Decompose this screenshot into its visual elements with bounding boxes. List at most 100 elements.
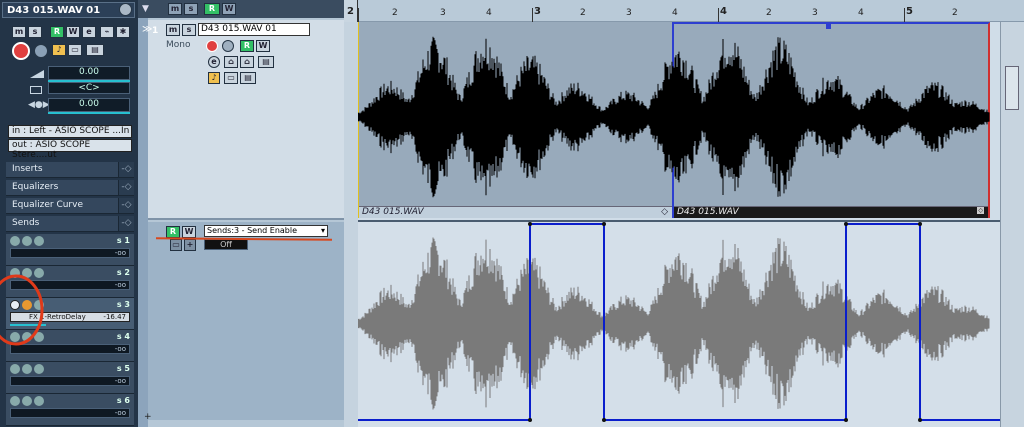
track-name-field[interactable]: D43 015.WAV 01 bbox=[198, 23, 310, 36]
mute-button[interactable]: m bbox=[12, 26, 26, 38]
automation-value-field[interactable]: Off bbox=[204, 239, 248, 250]
waveform-path bbox=[358, 36, 990, 198]
pre-fader-icon[interactable] bbox=[22, 364, 32, 374]
track-eq-bypass-icon[interactable]: ⌂ bbox=[240, 56, 254, 68]
edit-channel-icon[interactable] bbox=[119, 3, 132, 16]
send-slot-1[interactable]: s 1 -oo bbox=[6, 234, 134, 266]
send-slot-6[interactable]: s 6 -oo bbox=[6, 394, 134, 426]
section-label: Sends bbox=[12, 218, 40, 228]
pre-fader-icon[interactable] bbox=[22, 396, 32, 406]
input-routing-select[interactable]: in : Left - ASIO SCOPE ...In bbox=[8, 125, 132, 138]
send-label: s 4 bbox=[116, 332, 130, 341]
send-level-bar[interactable]: -oo bbox=[10, 248, 130, 258]
lock-icon[interactable]: ♪ bbox=[52, 44, 66, 56]
automation-parameter-select[interactable]: Sends:3 - Send Enable ▾ bbox=[204, 225, 328, 237]
lanes-icon[interactable]: ▭ bbox=[68, 44, 82, 56]
bypass-icon[interactable]: -◇ bbox=[118, 180, 134, 195]
write-automation-button[interactable]: W bbox=[66, 26, 80, 38]
track-send-bypass-icon[interactable]: ▤ bbox=[258, 56, 274, 68]
bypass-button[interactable]: ⌁ bbox=[100, 26, 114, 38]
bypass-icon[interactable]: -◇ bbox=[118, 198, 134, 213]
ruler-beat-label: 4 bbox=[858, 8, 864, 18]
scrollbar-thumb[interactable] bbox=[1005, 66, 1019, 110]
section-equalizers[interactable]: Equalizers -◇ bbox=[6, 180, 134, 196]
bypass-icon[interactable]: -◇ bbox=[118, 162, 134, 177]
collapse-icon[interactable]: ▼ bbox=[142, 4, 149, 14]
track-version-icon[interactable]: ▤ bbox=[86, 44, 104, 56]
delay-slider[interactable] bbox=[48, 112, 130, 114]
section-label: Equalizers bbox=[12, 182, 59, 192]
add-track-icon[interactable]: + bbox=[144, 412, 152, 422]
track-mute-button[interactable]: m bbox=[166, 24, 180, 36]
inspector-track-title[interactable]: D43 015.WAV 01 bbox=[2, 2, 135, 18]
track-lock-icon[interactable]: ♪ bbox=[208, 72, 220, 84]
track-title-text: D43 015.WAV 01 bbox=[7, 5, 101, 16]
track-expand-icon[interactable]: ≫ bbox=[142, 24, 152, 35]
automation-point[interactable] bbox=[918, 418, 922, 422]
edit-button[interactable]: e bbox=[82, 26, 96, 38]
event-handle-icon[interactable]: ◇ bbox=[661, 207, 668, 217]
automation-point[interactable] bbox=[918, 222, 922, 226]
event-handle-icon[interactable]: ◇ bbox=[977, 207, 984, 214]
automation-write-button[interactable]: W bbox=[182, 226, 196, 238]
power-icon[interactable] bbox=[10, 236, 20, 246]
track-folder-icon[interactable]: ▤ bbox=[240, 72, 256, 84]
bypass-icon[interactable]: -◇ bbox=[118, 216, 134, 231]
audio-track-1[interactable]: ≫ 1 m s D43 015.WAV 01 Mono R W e ⌂ ⌂ ▤ … bbox=[142, 20, 344, 220]
global-read-button[interactable]: R bbox=[204, 3, 220, 15]
time-ruler[interactable]: 2 2 3 4 3 2 3 4 4 2 3 4 5 2 bbox=[344, 0, 1024, 22]
track-read-button[interactable]: R bbox=[240, 40, 254, 52]
send-level-bar[interactable]: -oo bbox=[10, 408, 130, 418]
global-solo-button[interactable]: s bbox=[184, 3, 198, 15]
solo-button[interactable]: s bbox=[28, 26, 42, 38]
automation-point[interactable] bbox=[528, 222, 532, 226]
volume-field[interactable]: 0.00 bbox=[48, 66, 130, 80]
output-routing-select[interactable]: out : ASIO SCOPE Stere....ut bbox=[8, 139, 132, 160]
automation-track[interactable]: R W Sends:3 - Send Enable ▾ ▭ + Off + bbox=[144, 222, 344, 422]
send-label: s 3 bbox=[116, 300, 130, 309]
dropdown-arrow-icon: ▾ bbox=[320, 226, 325, 235]
read-automation-button[interactable]: R bbox=[50, 26, 64, 38]
event-name: D43 015.WAV bbox=[677, 207, 739, 217]
section-sends[interactable]: Sends -◇ bbox=[6, 216, 134, 232]
automation-point[interactable] bbox=[528, 418, 532, 422]
record-enable-button[interactable] bbox=[12, 42, 30, 60]
pan-field[interactable]: <C> bbox=[48, 82, 130, 94]
track-write-button[interactable]: W bbox=[256, 40, 270, 52]
freeze-button[interactable]: ✱ bbox=[116, 26, 130, 38]
edit-send-icon[interactable] bbox=[34, 364, 44, 374]
delay-field[interactable]: 0.00 bbox=[48, 98, 130, 112]
power-icon[interactable] bbox=[10, 364, 20, 374]
automation-mute-icon[interactable]: ▭ bbox=[170, 239, 182, 251]
track-solo-button[interactable]: s bbox=[182, 24, 196, 36]
automation-point[interactable] bbox=[844, 222, 848, 226]
power-icon[interactable] bbox=[10, 396, 20, 406]
track-record-button[interactable] bbox=[206, 40, 218, 52]
track-list-header: ▼ m s R W bbox=[138, 0, 344, 18]
edit-send-icon[interactable] bbox=[34, 236, 44, 246]
automation-point[interactable] bbox=[602, 222, 606, 226]
automation-curve[interactable] bbox=[358, 222, 1024, 427]
track-lanes-icon[interactable]: ▭ bbox=[224, 72, 238, 84]
pre-fader-icon[interactable] bbox=[22, 236, 32, 246]
edit-send-icon[interactable] bbox=[34, 396, 44, 406]
automation-add-icon[interactable]: + bbox=[184, 239, 196, 251]
ruler-beat-label: 3 bbox=[440, 8, 446, 18]
send-slot-5[interactable]: s 5 -oo bbox=[6, 362, 134, 394]
vertical-scrollbar[interactable] bbox=[1000, 22, 1024, 427]
send-value: -oo bbox=[114, 345, 126, 353]
automation-point[interactable] bbox=[602, 418, 606, 422]
automation-point[interactable] bbox=[844, 418, 848, 422]
automation-line[interactable] bbox=[358, 223, 1024, 421]
automation-read-button[interactable]: R bbox=[166, 226, 180, 238]
monitor-icon[interactable] bbox=[34, 44, 48, 58]
send-level-bar[interactable]: -oo bbox=[10, 376, 130, 386]
global-write-button[interactable]: W bbox=[222, 3, 236, 15]
track-monitor-icon[interactable] bbox=[222, 40, 234, 52]
track-insert-bypass-icon[interactable]: ⌂ bbox=[224, 56, 238, 68]
track-edit-icon[interactable]: e bbox=[208, 56, 220, 68]
global-mute-button[interactable]: m bbox=[168, 3, 182, 15]
output-routing-text: out : ASIO SCOPE Stere....ut bbox=[12, 140, 91, 160]
section-inserts[interactable]: Inserts -◇ bbox=[6, 162, 134, 178]
section-equalizer-curve[interactable]: Equalizer Curve -◇ bbox=[6, 198, 134, 214]
